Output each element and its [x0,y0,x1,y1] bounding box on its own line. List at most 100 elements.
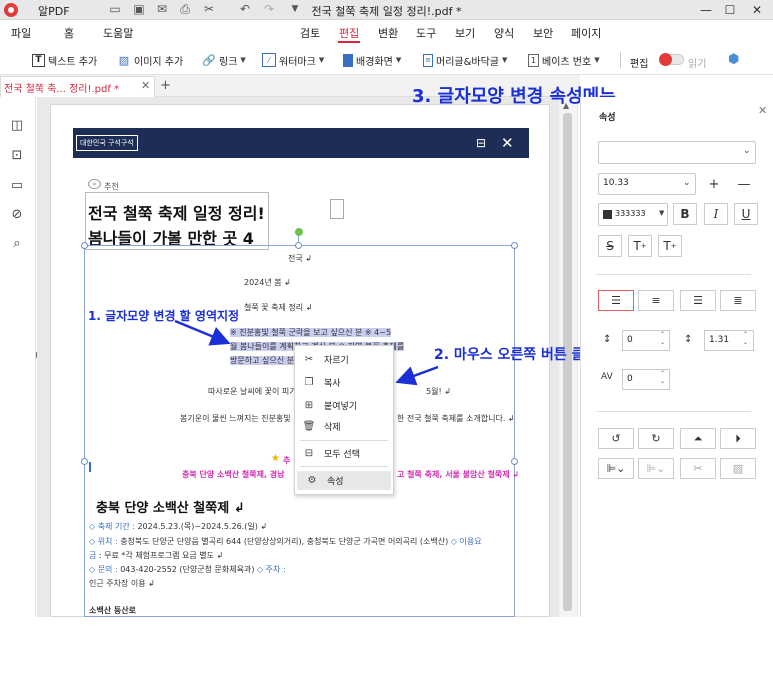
spin-arrows-icon[interactable]: ⌃ ⌄ [660,370,665,386]
menu-view[interactable]: 보기 [455,25,475,41]
info-fee[interactable]: 금 : 무료 *각 체험프로그램 요금 별도 ↲ [89,550,223,561]
paragraph-year[interactable]: 2024년 봄 ↲ [244,277,291,288]
settings-gear-icon[interactable]: ⬢ [728,52,739,67]
close-panel-icon[interactable]: ✕ [758,104,767,117]
watermark-button[interactable]: ⁄ 워터마크 ▼ [262,50,324,70]
replace-image-button[interactable]: ▨ [720,458,756,479]
attachment-icon[interactable]: ⊘ [9,207,25,223]
info-parking[interactable]: 인근 주차장 이용 ↲ [89,578,155,589]
maximize-button[interactable]: ☐ [720,2,740,18]
toggle-knob[interactable] [659,53,672,66]
document-title-line1[interactable]: 전국 철쭉 축제 일정 정리! [88,200,265,224]
increase-font-size-button[interactable]: + [703,173,725,195]
paragraph-warm-weather-end[interactable]: 5월! ↲ [426,386,451,397]
align-center-button[interactable]: ≡ [638,290,674,311]
info-period[interactable]: ◇ 축제 기간 : 2024.5.23.(목)~2024.5.26.(일) ↲ [89,521,267,532]
menu-file[interactable]: 파일 [11,25,31,41]
menu-security[interactable]: 보안 [533,25,553,41]
font-family-select[interactable] [598,141,756,164]
spin-arrows-icon[interactable]: ⌃ ⌄ [660,331,665,347]
paragraph-festival-summary[interactable]: 철쭉 꽃 축제 정리 ↲ [244,302,312,313]
section-title[interactable]: 충북 단양 소백산 철쭉제 ↲ [96,497,245,516]
resize-handle[interactable] [81,242,88,249]
paragraph-spring[interactable]: 봄기운이 물씬 느껴지는 진분홍빛 [180,413,291,424]
chevron-down-icon[interactable]: ⌄ [683,178,691,188]
save-icon[interactable]: ▣ [132,2,146,16]
background-button[interactable]: 배경화면 ▼ [343,50,401,70]
menu-review[interactable]: 검토 [300,25,320,41]
add-tab-icon[interactable]: + [160,78,171,93]
strikethrough-button[interactable]: S [598,235,622,257]
paragraph-nationwide[interactable]: 전국 ↲ [288,253,312,264]
paste-icon: ⊞ [304,400,314,411]
redo-icon[interactable]: ↷ [262,2,276,16]
add-text-button[interactable]: T 텍스트 추가 [32,50,97,70]
rotate-left-button[interactable]: ↺ [598,428,634,449]
tab-close-icon[interactable]: ✕ [141,79,150,92]
recommend-label: 추천 [104,182,119,191]
underline-button[interactable]: U [734,203,758,225]
search-icon[interactable]: ⌕ [9,236,25,252]
bold-button[interactable]: B [673,203,697,225]
flip-vertical-button[interactable]: ⏶ [680,428,716,449]
decrease-font-size-button[interactable]: — [733,173,755,195]
mail-icon[interactable]: ✉ [155,2,169,16]
chevron-down-icon[interactable]: ▼ [659,209,664,217]
menu-home[interactable]: 홈 [64,25,74,41]
flip-horizontal-button[interactable]: ⏵ [720,428,756,449]
recommend-heading[interactable]: 추 [283,455,290,466]
context-item-copy[interactable]: ❐ 복사 [294,373,394,392]
info-contact[interactable]: ◇ 문의 : 043-420-2552 (단양군청 문화체육과) ◇ 주차 : [89,564,286,575]
minimize-button[interactable]: — [696,2,716,18]
undo-icon[interactable]: ↶ [238,2,252,16]
rotation-handle[interactable] [295,228,303,236]
header-footer-button[interactable]: ≡ 머리글&바닥글 ▼ [423,50,507,70]
context-item-select-all[interactable]: ⊟ 모두 선택 [294,444,394,463]
open-folder-icon[interactable]: ▭ [108,2,122,16]
quick-access-dropdown-icon[interactable]: ▼ [288,2,302,16]
menu-help[interactable]: 도움말 [103,25,133,41]
menu-tools[interactable]: 도구 [416,25,436,41]
superscript-button[interactable]: T + [628,235,652,257]
magenta-festival-list-left[interactable]: 충북 단양 소백산 철쭉제, 경남 [182,469,285,480]
align-left-button[interactable]: ☰ [598,290,634,311]
align-objects-button[interactable]: ⊫⌄ [598,458,634,479]
context-item-delete[interactable]: 🗑 삭제 [294,417,394,436]
rotate-right-button[interactable]: ↻ [638,428,674,449]
info-location[interactable]: ◇ 위치 : 충청북도 단양군 단양읍 별곡리 644 (단양상상의거리), 충… [89,536,482,547]
image-placeholder[interactable] [330,199,344,219]
selected-line[interactable]: 방문하고 싶으신 분 [230,356,294,365]
magenta-festival-list-right[interactable]: 고 철쭉 축제, 서울 불암산 철쭉제 ↲ [397,469,519,480]
menu-page[interactable]: 페이지 [571,25,601,41]
italic-button[interactable]: I [704,203,728,225]
align-justify-button[interactable]: ≣ [720,290,756,311]
scissors-icon[interactable]: ✂ [202,2,216,16]
resize-handle[interactable] [511,458,518,465]
context-item-cut[interactable]: ✂ 자르기 [294,350,394,369]
menu-edit[interactable]: 편집 [339,25,359,41]
link-button[interactable]: 🔗 링크 ▼ [202,50,246,70]
chevron-down-icon[interactable]: ⌄ [743,146,751,156]
print-icon[interactable]: ⎙ [178,2,192,16]
context-item-paste[interactable]: ⊞ 붙여넣기 [294,396,394,415]
close-window-button[interactable]: ✕ [747,2,767,18]
resize-handle[interactable] [511,242,518,249]
add-image-button[interactable]: ▨ 이미지 추가 [117,50,183,70]
panel-toggle-icon[interactable]: ◫ [9,118,25,134]
crop-button[interactable]: ✂ [680,458,716,479]
context-item-properties[interactable]: ⚙ 속성 [297,471,391,490]
distribute-objects-button[interactable]: ⊫⌄ [638,458,674,479]
resize-handle[interactable] [81,458,88,465]
comment-icon[interactable]: ▭ [9,178,25,194]
spin-arrows-icon[interactable]: ⌃ ⌄ [743,331,748,347]
menu-form[interactable]: 양식 [494,25,514,41]
bookmark-icon[interactable]: ⊡ [9,148,25,164]
align-right-button[interactable]: ☰ [680,290,716,311]
paragraph-spring-end[interactable]: 한 전국 철쭉 축제를 소개합니다. ↲ [397,413,515,424]
selected-line[interactable]: ※ 진분홍빛 철쭉 군락을 보고 싶으신 분 ※ 4~5 [230,328,392,337]
menu-convert[interactable]: 변환 [378,25,398,41]
bates-number-button[interactable]: 1 베이츠 번호 ▼ [528,50,600,70]
subscript-button[interactable]: T + [658,235,682,257]
resize-handle[interactable] [295,242,302,249]
info-hiking-trail[interactable]: 소백산 등산로 [89,605,136,616]
